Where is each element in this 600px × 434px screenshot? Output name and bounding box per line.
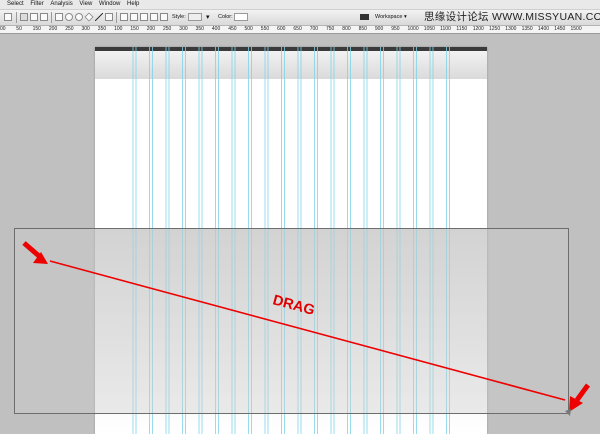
drag-label: DRAG [271, 292, 316, 319]
drag-line [49, 260, 566, 401]
arrow-down-left-icon [569, 383, 591, 412]
cursor-icon [565, 409, 571, 416]
arrow-down-right-icon [22, 241, 48, 264]
drag-annotation: DRAG [22, 241, 591, 416]
